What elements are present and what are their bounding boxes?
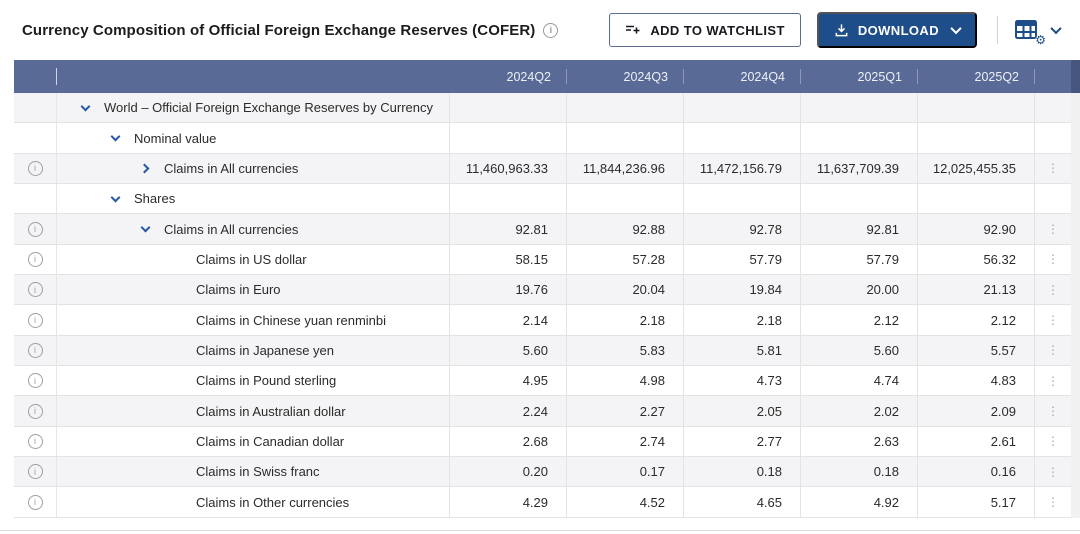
- kebab-menu-icon[interactable]: ⋮: [1035, 396, 1071, 425]
- row-label: Nominal value: [134, 131, 216, 146]
- row-label: Claims in All currencies: [164, 161, 298, 176]
- header-label-column: [57, 60, 450, 93]
- info-icon[interactable]: i: [28, 404, 43, 419]
- table-row: Shares: [14, 184, 1080, 214]
- download-button[interactable]: DOWNLOAD: [817, 12, 977, 48]
- row-label: Claims in Chinese yuan renminbi: [196, 313, 386, 328]
- info-icon[interactable]: i: [28, 434, 43, 449]
- chevron-down-icon[interactable]: [79, 106, 91, 110]
- page-title: Currency Composition of Official Foreign…: [22, 22, 535, 39]
- header-menu-column: [1035, 60, 1071, 93]
- title-info-icon[interactable]: i: [543, 23, 558, 38]
- table-settings-chevron-icon[interactable]: [1052, 21, 1060, 39]
- table-settings-icon[interactable]: ⚙: [1014, 17, 1044, 43]
- column-header: 2025Q2: [918, 60, 1035, 93]
- table-row: i Claims in Australian dollar 2.24 2.27 …: [14, 396, 1080, 426]
- kebab-menu-icon[interactable]: ⋮: [1035, 305, 1071, 334]
- kebab-menu-icon[interactable]: ⋮: [1035, 487, 1071, 516]
- row-label: Claims in Australian dollar: [196, 404, 346, 419]
- table-row: World – Official Foreign Exchange Reserv…: [14, 93, 1080, 123]
- kebab-menu-icon[interactable]: ⋮: [1035, 457, 1071, 486]
- chevron-down-icon: [950, 23, 961, 34]
- gear-icon: ⚙: [1035, 33, 1046, 47]
- info-icon[interactable]: i: [28, 464, 43, 479]
- vertical-scrollbar[interactable]: [1071, 93, 1080, 518]
- table-row: i Claims in US dollar 58.15 57.28 57.79 …: [14, 245, 1080, 275]
- table-row: i Claims in Japanese yen 5.60 5.83 5.81 …: [14, 336, 1080, 366]
- add-to-watchlist-button[interactable]: ADD TO WATCHLIST: [609, 13, 800, 47]
- table-row: Nominal value: [14, 123, 1080, 153]
- chevron-down-icon[interactable]: [109, 197, 121, 201]
- table-row: i Claims in Chinese yuan renminbi 2.14 2…: [14, 305, 1080, 335]
- row-label: World – Official Foreign Exchange Reserv…: [104, 100, 433, 115]
- chevron-down-icon[interactable]: [139, 227, 151, 231]
- row-label: Claims in Other currencies: [196, 495, 349, 510]
- download-label: DOWNLOAD: [858, 23, 939, 38]
- download-icon: [834, 23, 849, 38]
- kebab-menu-icon[interactable]: ⋮: [1035, 366, 1071, 395]
- bottom-divider: [0, 530, 1080, 531]
- info-icon[interactable]: i: [28, 495, 43, 510]
- scrollbar-corner: [1071, 60, 1080, 93]
- kebab-menu-icon[interactable]: ⋮: [1035, 427, 1071, 456]
- info-icon[interactable]: i: [28, 282, 43, 297]
- row-label: Claims in US dollar: [196, 252, 307, 267]
- column-header: 2025Q1: [801, 60, 918, 93]
- table-row: i Claims in All currencies 11,460,963.33…: [14, 154, 1080, 184]
- kebab-menu-icon[interactable]: ⋮: [1035, 245, 1071, 274]
- kebab-menu-icon[interactable]: ⋮: [1035, 214, 1071, 243]
- info-icon[interactable]: i: [28, 222, 43, 237]
- table-row: i Claims in All currencies 92.81 92.88 9…: [14, 214, 1080, 244]
- info-icon[interactable]: i: [28, 343, 43, 358]
- info-icon[interactable]: i: [28, 252, 43, 267]
- toolbar-divider: [997, 16, 998, 44]
- table-row: i Claims in Euro 19.76 20.04 19.84 20.00…: [14, 275, 1080, 305]
- row-label: Claims in All currencies: [164, 222, 298, 237]
- table-header-row: 2024Q2 2024Q3 2024Q4 2025Q1 2025Q2: [14, 60, 1080, 93]
- info-icon[interactable]: i: [28, 373, 43, 388]
- watchlist-label: ADD TO WATCHLIST: [650, 23, 784, 38]
- table-row: i Claims in Other currencies 4.29 4.52 4…: [14, 487, 1080, 517]
- row-label: Claims in Euro: [196, 282, 281, 297]
- row-label: Claims in Swiss franc: [196, 464, 320, 479]
- kebab-menu-icon[interactable]: ⋮: [1035, 336, 1071, 365]
- kebab-menu-icon[interactable]: ⋮: [1035, 275, 1071, 304]
- data-table: 2024Q2 2024Q3 2024Q4 2025Q1 2025Q2 World…: [14, 60, 1080, 518]
- column-header: 2024Q2: [450, 60, 567, 93]
- chevron-right-icon[interactable]: [139, 165, 151, 172]
- info-icon[interactable]: i: [28, 313, 43, 328]
- table-row: i Claims in Canadian dollar 2.68 2.74 2.…: [14, 427, 1080, 457]
- toolbar: Currency Composition of Official Foreign…: [0, 0, 1080, 60]
- kebab-menu-icon[interactable]: ⋮: [1035, 154, 1071, 183]
- info-icon[interactable]: i: [28, 161, 43, 176]
- chevron-down-icon[interactable]: [109, 136, 121, 140]
- table-row: i Claims in Pound sterling 4.95 4.98 4.7…: [14, 366, 1080, 396]
- add-to-list-icon: [625, 23, 641, 37]
- column-header: 2024Q4: [684, 60, 801, 93]
- row-label: Claims in Pound sterling: [196, 373, 336, 388]
- row-label: Claims in Canadian dollar: [196, 434, 344, 449]
- table-row: i Claims in Swiss franc 0.20 0.17 0.18 0…: [14, 457, 1080, 487]
- header-icon-column: [14, 60, 57, 93]
- row-label: Shares: [134, 191, 175, 206]
- row-label: Claims in Japanese yen: [196, 343, 334, 358]
- column-header: 2024Q3: [567, 60, 684, 93]
